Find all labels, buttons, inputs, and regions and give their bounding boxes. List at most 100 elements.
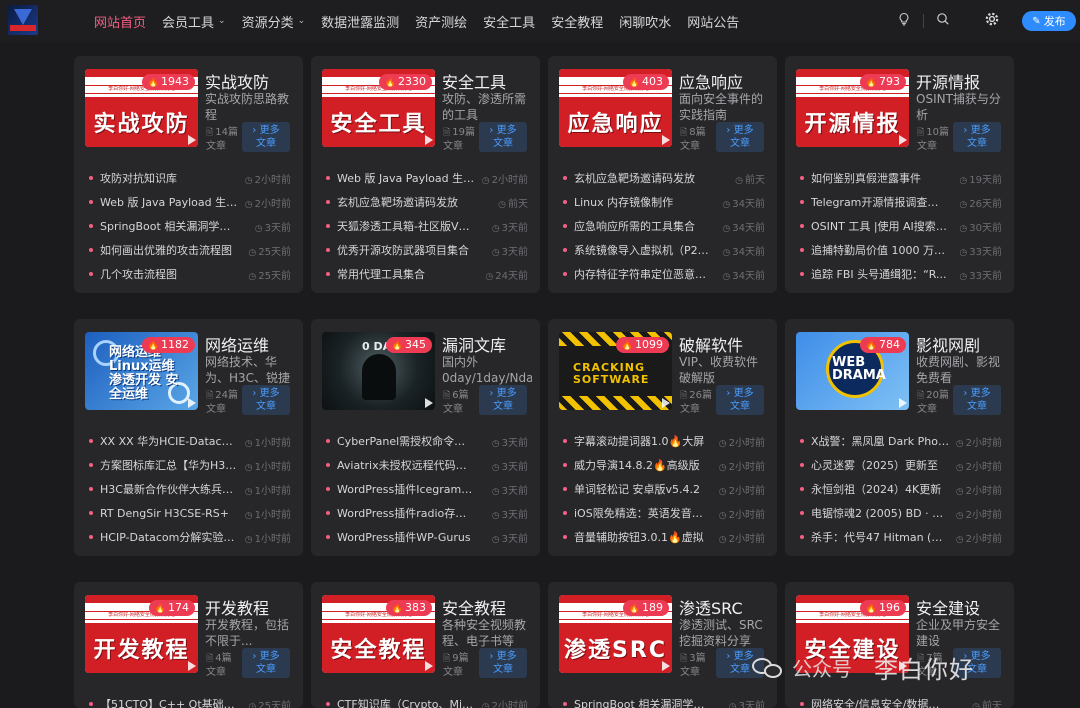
- list-item[interactable]: WordPress插件radio存在SQL注入 ◷3天前: [311, 501, 540, 525]
- list-item[interactable]: 音量辅助按钮3.0.1🔥虚拟 ◷ 2小时前: [548, 525, 777, 549]
- more-articles-button[interactable]: › 更多 文章: [479, 122, 527, 152]
- article-title[interactable]: 心灵迷雾（2025）更新至: [811, 457, 949, 473]
- article-title[interactable]: iOS限免精选：英语发音教练: [574, 505, 712, 521]
- more-articles-button[interactable]: › 更多 文章: [716, 385, 764, 415]
- article-title[interactable]: 系统镜像导入虚拟机（P2V）: [574, 242, 712, 258]
- article-title[interactable]: WordPress插件WP-Gurus: [337, 529, 475, 545]
- list-item[interactable]: 方案图标库汇总【华为H3C】 ◷ 1小时前: [74, 453, 303, 477]
- settings-icon[interactable]: [984, 11, 1000, 31]
- list-item[interactable]: OSINT 工具 |使用 AI搜索引擎 ◷ 30天前: [785, 214, 1014, 238]
- article-title[interactable]: H3C最新合作伙伴大练兵题库: [100, 481, 238, 497]
- nav-item-1[interactable]: 会员工具 ⌄: [162, 12, 226, 31]
- list-item[interactable]: 网络安全/信息安全/数据安全 ◷ 前天: [785, 692, 1014, 708]
- category-thumbnail[interactable]: 李白你好-网络安全情报攻防站 安全教程 🔥 383: [322, 595, 435, 673]
- category-thumbnail[interactable]: 李白你好-网络安全情报攻防站 实战攻防 🔥 1943: [85, 69, 198, 147]
- article-title[interactable]: 【51CTO】C++ Qt基础与实战: [100, 696, 238, 708]
- article-title[interactable]: 追踪 FBI 头号通缉犯：“R...: [811, 266, 949, 282]
- list-item[interactable]: Aviatrix未授权远程代码执行 ◷ 3天前: [311, 453, 540, 477]
- category-thumbnail[interactable]: 0 DAY 🔥 345: [322, 332, 435, 410]
- category-thumbnail[interactable]: 李白你好-网络安全情报攻防站 安全工具 🔥 2330: [322, 69, 435, 147]
- list-item[interactable]: XX XX 华为HCIE-Datacom ◷ 1小时前: [74, 429, 303, 453]
- list-item[interactable]: iOS限免精选：英语发音教练 ◷ 2小时前: [548, 501, 777, 525]
- article-title[interactable]: 杀手：代号47 Hitman (2007): [811, 529, 949, 545]
- article-title[interactable]: 内存特征字符串定位恶意进程: [574, 266, 712, 282]
- list-item[interactable]: 玄机应急靶场邀请码发放 ◷ 前天: [548, 166, 777, 190]
- list-item[interactable]: 追踪 FBI 头号通缉犯：“R... ◷ 33天前: [785, 262, 1014, 286]
- article-title[interactable]: 字幕滚动提词器1.0🔥大屏: [574, 433, 712, 449]
- article-title[interactable]: X战警：黑凤凰 Dark Phoenix: [811, 433, 949, 449]
- list-item[interactable]: 如何画出优雅的攻击流程图 ◷ 25天前: [74, 238, 303, 262]
- category-thumbnail[interactable]: WEB DRAMA 🔥 784: [796, 332, 909, 410]
- article-title[interactable]: 应急响应所需的工具集合: [574, 218, 712, 234]
- category-title[interactable]: 安全工具: [442, 69, 506, 93]
- list-item[interactable]: H3C最新合作伙伴大练兵题库 ◷ 1小时前: [74, 477, 303, 501]
- category-title[interactable]: 应急响应: [679, 69, 743, 93]
- list-item[interactable]: 内存特征字符串定位恶意进程 ◷ 34天前: [548, 262, 777, 286]
- category-title[interactable]: 实战攻防: [205, 69, 269, 93]
- article-title[interactable]: 音量辅助按钮3.0.1🔥虚拟: [574, 529, 712, 545]
- article-title[interactable]: RT DengSir H3CSE-RS+: [100, 507, 238, 520]
- category-title[interactable]: 安全建设: [916, 595, 980, 619]
- more-articles-button[interactable]: › 更多 文章: [716, 122, 764, 152]
- article-title[interactable]: 方案图标库汇总【华为H3C】: [100, 457, 238, 473]
- list-item[interactable]: 如何鉴别真假泄露事件 ◷ 19天前: [785, 166, 1014, 190]
- more-articles-button[interactable]: › 更多 文章: [953, 122, 1001, 152]
- site-logo[interactable]: [8, 5, 38, 35]
- article-title[interactable]: SpringBoot 相关漏洞学习资料: [100, 218, 238, 234]
- article-title[interactable]: 几个攻击流程图: [100, 266, 238, 282]
- list-item[interactable]: 天狐渗透工具箱-社区版V1.0 ◷ 3天前: [311, 214, 540, 238]
- category-title[interactable]: 影视网剧: [916, 332, 980, 356]
- list-item[interactable]: 应急响应所需的工具集合 ◷ 34天前: [548, 214, 777, 238]
- list-item[interactable]: 电锯惊魂2 (2005) BD · Saw ◷ 2小时前: [785, 501, 1014, 525]
- list-item[interactable]: 追捕特勤局价值 1000 万美元 ◷ 33天前: [785, 238, 1014, 262]
- article-title[interactable]: WordPress插件Icegram-Express: [337, 481, 475, 497]
- publish-button[interactable]: ✎ 发布: [1022, 11, 1076, 31]
- list-item[interactable]: 心灵迷雾（2025）更新至 ◷ 2小时前: [785, 453, 1014, 477]
- article-title[interactable]: 优秀开源攻防武器项目集合: [337, 242, 475, 258]
- article-title[interactable]: 追捕特勤局价值 1000 万美元: [811, 242, 949, 258]
- list-item[interactable]: SpringBoot 相关漏洞学习资料 ◷ 3天前: [548, 692, 777, 708]
- list-item[interactable]: 单词轻松记 安卓版v5.4.2 ◷ 2小时前: [548, 477, 777, 501]
- more-articles-button[interactable]: › 更多 文章: [242, 385, 290, 415]
- list-item[interactable]: 永恒剑祖（2024）4K更新 ◷ 2小时前: [785, 477, 1014, 501]
- more-articles-button[interactable]: › 更多 文章: [242, 122, 290, 152]
- article-title[interactable]: CTF知识库（Crypto、Misc）: [337, 696, 475, 708]
- article-title[interactable]: OSINT 工具 |使用 AI搜索引擎: [811, 218, 949, 234]
- lightbulb-icon[interactable]: [897, 12, 911, 30]
- category-title[interactable]: 破解软件: [679, 332, 743, 356]
- list-item[interactable]: 字幕滚动提词器1.0🔥大屏 ◷ 2小时前: [548, 429, 777, 453]
- article-title[interactable]: Web 版 Java Payload 生成与利用工具: [337, 170, 475, 186]
- list-item[interactable]: CTF知识库（Crypto、Misc） ◷ 2小时前: [311, 692, 540, 708]
- category-thumbnail[interactable]: 李白你好-网络安全情报攻防站 渗透SRC 🔥 189: [559, 595, 672, 673]
- list-item[interactable]: 杀手：代号47 Hitman (2007) ◷ 2小时前: [785, 525, 1014, 549]
- nav-item-7[interactable]: 闲聊吹水: [619, 12, 671, 31]
- category-title[interactable]: 渗透SRC: [679, 595, 743, 619]
- list-item[interactable]: Web 版 Java Payload 生成与利用工具 ◷2小时前: [74, 190, 303, 214]
- article-title[interactable]: 单词轻松记 安卓版v5.4.2: [574, 481, 712, 497]
- article-title[interactable]: 电锯惊魂2 (2005) BD · Saw: [811, 505, 949, 521]
- category-thumbnail[interactable]: CRACKING SOFTWARE 🔥 1099: [559, 332, 672, 410]
- list-item[interactable]: X战警：黑凤凰 Dark Phoenix ◷ 2小时前: [785, 429, 1014, 453]
- list-item[interactable]: 常用代理工具集合 ◷ 24天前: [311, 262, 540, 286]
- article-title[interactable]: 网络安全/信息安全/数据安全: [811, 696, 949, 708]
- article-title[interactable]: WordPress插件radio存在SQL注入: [337, 505, 475, 521]
- nav-item-0[interactable]: 网站首页: [94, 12, 146, 31]
- article-title[interactable]: Linux 内存镜像制作: [574, 194, 712, 210]
- category-thumbnail[interactable]: 李白你好-网络安全情报攻防站 开源情报 🔥 793: [796, 69, 909, 147]
- list-item[interactable]: 系统镜像导入虚拟机（P2V） ◷ 34天前: [548, 238, 777, 262]
- nav-item-8[interactable]: 网站公告: [687, 12, 739, 31]
- article-title[interactable]: 玄机应急靶场邀请码发放: [574, 170, 712, 186]
- list-item[interactable]: 玄机应急靶场邀请码发放 ◷ 前天: [311, 190, 540, 214]
- nav-item-5[interactable]: 安全工具: [483, 12, 535, 31]
- article-title[interactable]: Web 版 Java Payload 生成与利用工具: [100, 194, 238, 210]
- article-title[interactable]: 常用代理工具集合: [337, 266, 475, 282]
- article-title[interactable]: SpringBoot 相关漏洞学习资料: [574, 696, 712, 708]
- list-item[interactable]: Linux 内存镜像制作 ◷ 34天前: [548, 190, 777, 214]
- article-title[interactable]: XX XX 华为HCIE-Datacom: [100, 433, 238, 449]
- list-item[interactable]: 威力导演14.8.2🔥高级版 ◷ 2小时前: [548, 453, 777, 477]
- article-title[interactable]: 威力导演14.8.2🔥高级版: [574, 457, 712, 473]
- more-articles-button[interactable]: › 更多 文章: [953, 385, 1001, 415]
- list-item[interactable]: 优秀开源攻防武器项目集合 ◷ 3天前: [311, 238, 540, 262]
- list-item[interactable]: 几个攻击流程图 ◷ 25天前: [74, 262, 303, 286]
- article-title[interactable]: 永恒剑祖（2024）4K更新: [811, 481, 949, 497]
